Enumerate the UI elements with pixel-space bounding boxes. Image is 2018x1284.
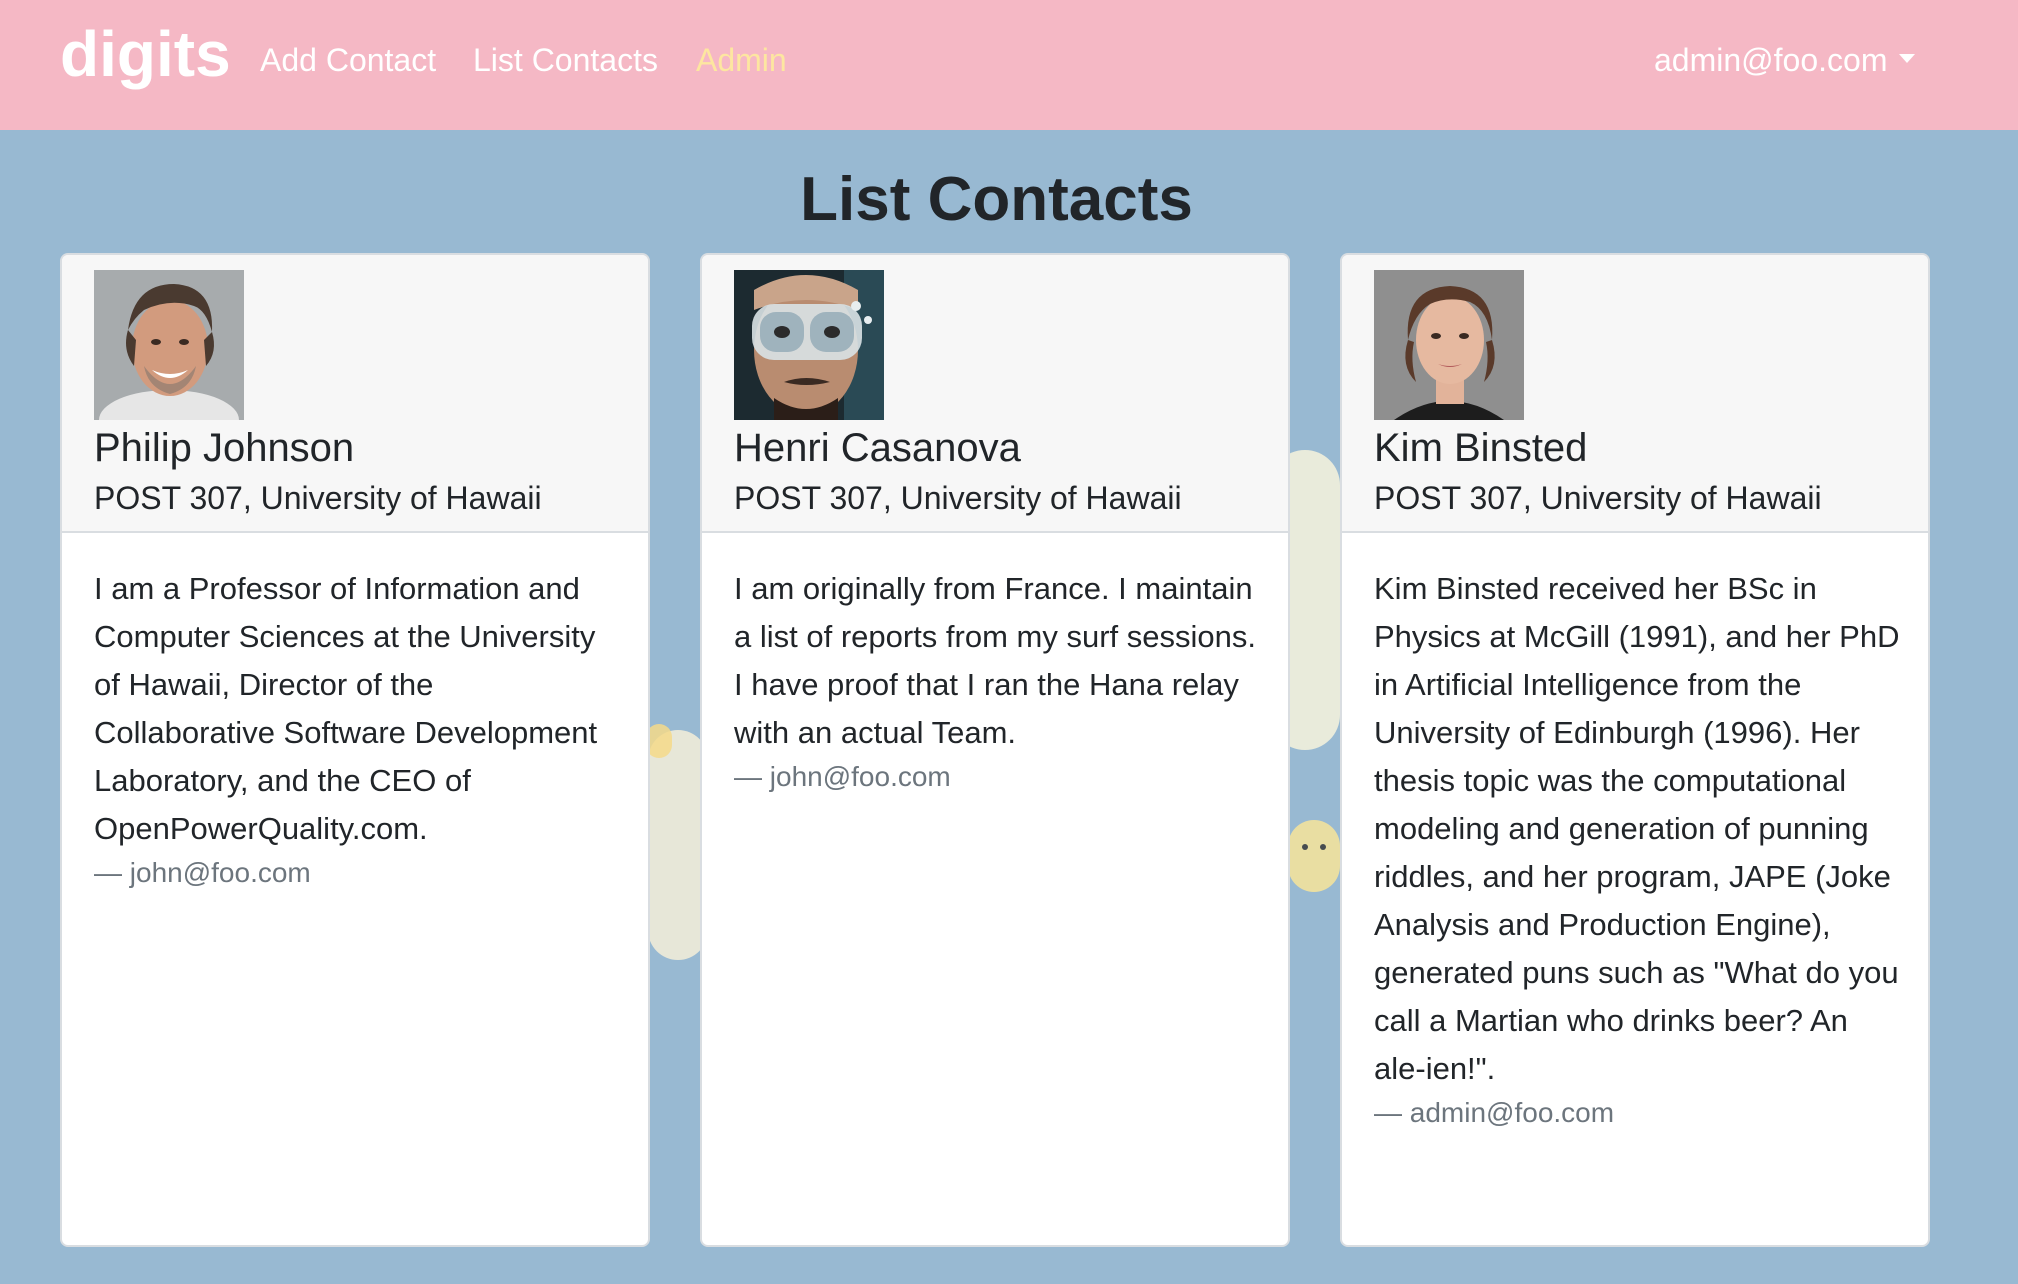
navbar: digits Add Contact List Contacts Admin a… — [0, 0, 2018, 130]
card-body: I am originally from France. I maintain … — [734, 565, 1262, 797]
contact-owner: — john@foo.com — [94, 857, 311, 888]
contact-name: Philip Johnson — [94, 426, 355, 470]
contact-card: Henri Casanova POST 307, University of H… — [700, 253, 1290, 1247]
avatar — [94, 270, 244, 420]
card-body: I am a Professor of Information and Comp… — [94, 565, 622, 893]
chick-eye — [1302, 844, 1308, 850]
contact-owner: — admin@foo.com — [1374, 1097, 1615, 1128]
background-egg-decoration — [648, 730, 708, 960]
contact-address: POST 307, University of Hawaii — [1374, 480, 1822, 516]
avatar-photo-icon — [1374, 270, 1524, 420]
contact-card: Kim Binsted POST 307, University of Hawa… — [1340, 253, 1930, 1247]
nav-admin-link[interactable]: Admin — [696, 40, 787, 80]
contact-address: POST 307, University of Hawaii — [94, 480, 542, 516]
contact-description: I am originally from France. I maintain … — [734, 571, 1256, 750]
user-email: admin@foo.com — [1654, 42, 1888, 78]
page-title: List Contacts — [800, 165, 1193, 234]
avatar — [734, 270, 884, 420]
contact-name: Henri Casanova — [734, 426, 1021, 470]
user-dropdown[interactable]: admin@foo.com — [1654, 40, 1916, 80]
avatar-photo-icon — [734, 270, 884, 420]
card-header: Henri Casanova POST 307, University of H… — [702, 255, 1288, 533]
contact-card: Philip Johnson POST 307, University of H… — [60, 253, 650, 1247]
nav-add-contact-link[interactable]: Add Contact — [260, 40, 436, 80]
contact-address: POST 307, University of Hawaii — [734, 480, 1182, 516]
brand-logo[interactable]: digits — [60, 14, 231, 94]
card-body: Kim Binsted received her BSc in Physics … — [1374, 565, 1902, 1133]
contact-description: Kim Binsted received her BSc in Physics … — [1374, 571, 1900, 1086]
card-header: Philip Johnson POST 307, University of H… — [62, 255, 648, 533]
caret-down-icon — [1899, 54, 1916, 64]
contact-name: Kim Binsted — [1374, 426, 1588, 470]
avatar-photo-icon — [94, 270, 244, 420]
chick-eye — [1320, 844, 1326, 850]
contact-owner: — john@foo.com — [734, 761, 951, 792]
avatar — [1374, 270, 1524, 420]
background-chick-decoration — [1288, 820, 1340, 892]
nav-list-contacts-link[interactable]: List Contacts — [473, 40, 658, 80]
contact-description: I am a Professor of Information and Comp… — [94, 571, 598, 846]
card-header: Kim Binsted POST 307, University of Hawa… — [1342, 255, 1928, 533]
